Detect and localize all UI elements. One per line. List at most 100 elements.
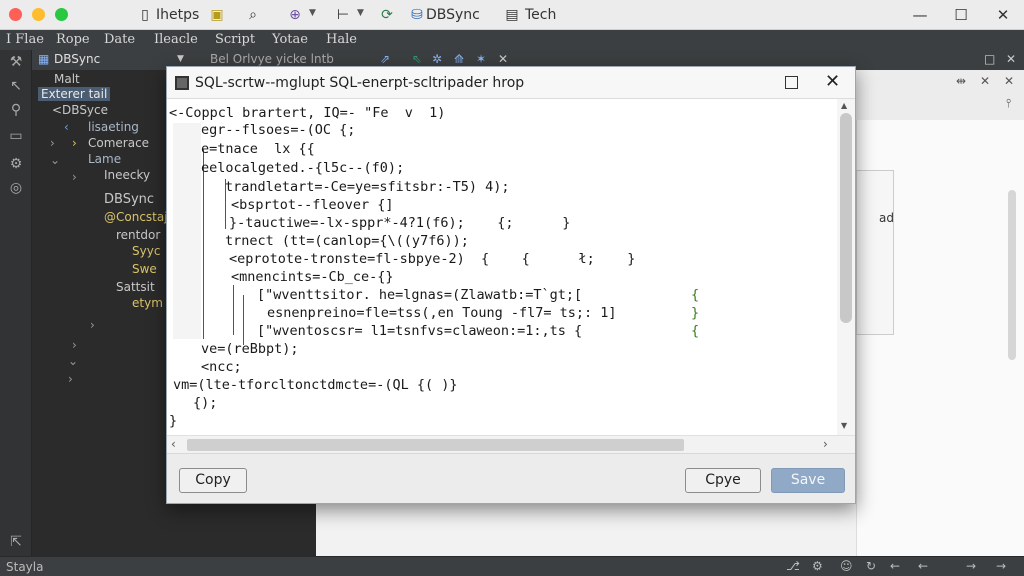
- script-icon: [175, 76, 189, 90]
- project-title[interactable]: DBSync: [54, 52, 100, 66]
- folder-icon[interactable]: ▭: [6, 126, 26, 146]
- build-icon[interactable]: ⊕: [286, 6, 304, 24]
- menu-data[interactable]: Date: [104, 32, 135, 47]
- menu-file[interactable]: I Flae: [6, 32, 44, 47]
- tree-item[interactable]: Comerace: [88, 136, 149, 150]
- vertical-scrollbar-thumb[interactable]: [840, 113, 852, 323]
- chevron-down-icon[interactable]: ▼: [309, 8, 316, 18]
- hammer-icon[interactable]: ⚒: [6, 52, 26, 72]
- scroll-up-icon[interactable]: ▲: [841, 101, 847, 110]
- run-config-icon[interactable]: ⊢: [334, 6, 352, 24]
- tree-item[interactable]: Sattsit: [116, 280, 155, 294]
- maximize-icon[interactable]: ☐: [950, 4, 972, 26]
- chevron-right-icon[interactable]: ›: [90, 318, 95, 332]
- code-editor[interactable]: <-Coppcl brartert, IQ=- "Fe v 1) egr--fl…: [167, 99, 855, 435]
- editor-tab-label[interactable]: Bel Orlvye yicke lntb: [210, 52, 334, 66]
- menu-help[interactable]: Hale: [326, 32, 357, 47]
- user-icon[interactable]: ☺: [840, 559, 853, 573]
- pin-icon[interactable]: ⟰: [454, 52, 464, 66]
- tree-item[interactable]: lisaeting: [88, 120, 139, 134]
- horizontal-scrollbar-thumb[interactable]: [187, 439, 684, 451]
- minimize-icon[interactable]: —: [909, 4, 931, 26]
- scroll-right-icon[interactable]: ›: [823, 437, 828, 451]
- terminal-icon[interactable]: ▤: [503, 6, 521, 24]
- close-window-button[interactable]: [9, 8, 22, 21]
- folder-icon[interactable]: ▣: [208, 6, 226, 24]
- fold-marker[interactable]: {: [691, 323, 699, 339]
- pin-icon[interactable]: ⚲: [6, 100, 26, 120]
- toolbar-item-label[interactable]: Ihetps: [156, 6, 199, 24]
- gear-icon[interactable]: ⚙: [6, 154, 26, 174]
- zoom-window-button[interactable]: [55, 8, 68, 21]
- chevron-right-icon[interactable]: ›: [72, 338, 77, 352]
- doc-icon[interactable]: ▯: [136, 6, 154, 24]
- sync-icon[interactable]: ⟳: [378, 6, 396, 24]
- chevron-down-icon[interactable]: ⌄: [68, 354, 78, 368]
- copy-button-secondary[interactable]: Cpye: [685, 468, 761, 493]
- minimize-window-button[interactable]: [32, 8, 45, 21]
- chevron-down-icon[interactable]: ▼: [357, 8, 364, 18]
- chevron-down-icon[interactable]: ▼: [177, 54, 184, 64]
- pin-icon[interactable]: ⫯: [1006, 96, 1011, 111]
- close-icon[interactable]: ✕: [980, 74, 990, 88]
- menu-edit[interactable]: Rope: [56, 32, 90, 47]
- chevron-right-icon[interactable]: ›: [68, 372, 73, 386]
- close-icon[interactable]: ✕: [825, 71, 840, 92]
- export-icon[interactable]: ⇱: [6, 532, 26, 552]
- chevron-right-icon[interactable]: ›: [72, 136, 77, 150]
- copy-button[interactable]: Copy: [179, 468, 247, 493]
- close-icon[interactable]: ✕: [1004, 74, 1014, 88]
- chevron-right-icon[interactable]: ›: [50, 136, 55, 150]
- arrow-icon[interactable]: ↖: [6, 76, 26, 96]
- tree-item[interactable]: rentdor: [116, 228, 160, 242]
- tree-item[interactable]: Swe: [132, 262, 157, 276]
- refresh-icon[interactable]: ↻: [866, 559, 876, 573]
- arrow-right-icon[interactable]: →: [966, 559, 976, 573]
- tree-item[interactable]: @Concstajt: [104, 210, 172, 224]
- chevron-down-icon[interactable]: ⌄: [50, 153, 60, 167]
- chevron-down-icon[interactable]: ‹: [64, 120, 69, 134]
- fold-marker[interactable]: {: [691, 287, 699, 303]
- menu-script[interactable]: Script: [215, 32, 255, 47]
- menu-window[interactable]: Yotae: [272, 32, 308, 47]
- search-icon[interactable]: ⌕: [244, 6, 262, 24]
- code-line: vm=(lte-tforcltonctdmcte=-(QL {( )}: [173, 377, 458, 393]
- split-icon[interactable]: ⇹: [956, 74, 966, 88]
- right-scrollbar[interactable]: [1008, 190, 1016, 360]
- arrow-left-icon[interactable]: ←: [918, 559, 928, 573]
- arrow-icon[interactable]: ⇗: [380, 52, 390, 66]
- gear-icon[interactable]: ⚙: [812, 559, 823, 573]
- db-icon[interactable]: ◎: [6, 178, 26, 198]
- close-icon[interactable]: ✕: [1006, 52, 1016, 66]
- horizontal-scrollbar[interactable]: ‹ ›: [167, 435, 855, 453]
- arrow-right-icon[interactable]: →: [996, 559, 1006, 573]
- maximize-icon[interactable]: [785, 76, 798, 89]
- menu-create[interactable]: Ileacle: [154, 32, 198, 47]
- bug-icon[interactable]: ✶: [476, 52, 486, 66]
- maximize-icon[interactable]: □: [984, 52, 995, 66]
- debug-icon[interactable]: ✲: [432, 52, 442, 66]
- close-icon[interactable]: ✕: [498, 52, 508, 66]
- dialog-title: SQL-scrtw--mglupt SQL-enerpt-scltripader…: [195, 75, 525, 91]
- fold-marker[interactable]: }: [691, 305, 699, 321]
- git-icon[interactable]: ⎇: [786, 559, 800, 573]
- tree-item[interactable]: etym: [132, 296, 163, 310]
- tree-item-db[interactable]: DBSync: [104, 192, 154, 207]
- project-name-label[interactable]: DBSync: [426, 6, 480, 24]
- close-icon[interactable]: ✕: [992, 4, 1014, 26]
- arrow-left-icon[interactable]: ←: [890, 559, 900, 573]
- tree-item[interactable]: Ineecky: [104, 168, 150, 182]
- tree-item[interactable]: Malt: [54, 72, 80, 86]
- chevron-right-icon[interactable]: ›: [72, 170, 77, 184]
- tree-item[interactable]: Lame: [88, 152, 121, 166]
- run-icon[interactable]: ⇖: [412, 52, 422, 66]
- scroll-left-icon[interactable]: ‹: [171, 437, 176, 451]
- tree-item[interactable]: Syyc: [132, 244, 160, 258]
- ide-window: ▯ Ihetps ▣ ⌕ ⊕ ▼ ⊢ ▼ ⟳ ⛁ DBSync ▤ Tech —…: [0, 0, 1024, 576]
- tree-item-selected[interactable]: Exterer tail: [38, 87, 111, 101]
- tree-item[interactable]: <DBSyce: [52, 103, 108, 117]
- scroll-down-icon[interactable]: ▼: [841, 421, 847, 430]
- tools-label[interactable]: Tech: [525, 6, 556, 24]
- db-icon[interactable]: ⛁: [408, 6, 426, 24]
- save-button[interactable]: Save: [771, 468, 845, 493]
